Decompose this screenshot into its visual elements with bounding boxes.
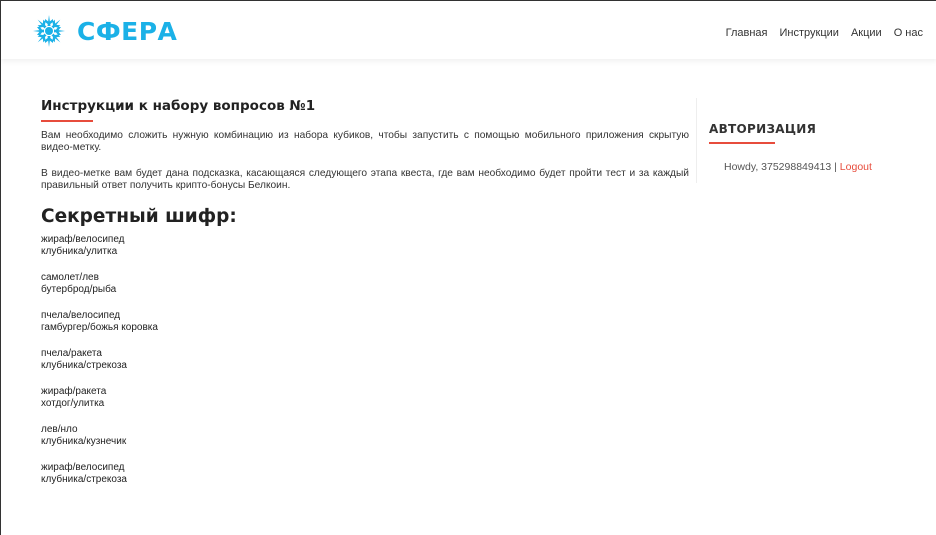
page-title: Инструкции к набору вопросов №1	[41, 98, 316, 114]
cipher-title: Секретный шифр:	[41, 206, 237, 227]
nav-item-about[interactable]: О нас	[894, 27, 923, 39]
sidebar-divider	[696, 98, 697, 183]
cipher-line: жираф/велосипед	[41, 462, 125, 473]
cipher-line: лев/нло	[41, 424, 78, 435]
cipher-pair: пчела/ракета клубника/стрекоза	[41, 348, 689, 371]
cipher-line: клубника/стрекоза	[41, 359, 127, 371]
cipher-line: жираф/велосипед	[41, 234, 125, 245]
nav-item-instructions[interactable]: Инструкции	[780, 27, 839, 39]
site-header: СФЕРА Главная Инструкции Акции О нас	[1, 1, 936, 59]
title-underline	[41, 120, 93, 122]
cipher-line: клубника/кузнечик	[41, 435, 127, 447]
greeting-text: Howdy, 375298849413 |	[724, 161, 840, 173]
main-content: Инструкции к набору вопросов №1 Вам необ…	[41, 98, 689, 500]
cipher-pair: самолет/лев бутерброд/рыба	[41, 272, 689, 295]
cipher-pair: лев/нло клубника/кузнечик	[41, 424, 689, 447]
user-greeting: Howdy, 375298849413 | Logout	[724, 161, 872, 173]
site-logo[interactable]: СФЕРА	[31, 13, 177, 49]
instruction-paragraph-2: В видео-метке вам будет дана подсказка, …	[41, 168, 689, 191]
main-nav: Главная Инструкции Акции О нас	[726, 27, 923, 39]
instruction-paragraph-1: Вам необходимо сложить нужную комбинацию…	[41, 130, 689, 153]
cipher-pair: жираф/велосипед клубника/улитка	[41, 234, 689, 257]
cipher-line: пчела/велосипед	[41, 310, 121, 321]
cipher-line: гамбургер/божья коровка	[41, 321, 158, 333]
logout-link[interactable]: Logout	[840, 161, 872, 173]
nav-item-home[interactable]: Главная	[726, 27, 768, 39]
cipher-line: клубника/стрекоза	[41, 473, 127, 485]
snowflake-icon	[33, 15, 65, 47]
cipher-line: бутерброд/рыба	[41, 283, 117, 295]
logo-text: СФЕРА	[77, 16, 178, 46]
cipher-line: жираф/ракета	[41, 386, 107, 397]
cipher-pair: жираф/велосипед клубника/стрекоза	[41, 462, 689, 485]
nav-item-promotions[interactable]: Акции	[851, 27, 882, 39]
cipher-line: самолет/лев	[41, 272, 99, 283]
cipher-line: хотдог/улитка	[41, 397, 105, 409]
sidebar-title-underline	[709, 142, 775, 144]
cipher-line: пчела/ракета	[41, 348, 102, 359]
cipher-line: клубника/улитка	[41, 245, 118, 257]
cipher-pair: жираф/ракета хотдог/улитка	[41, 386, 689, 409]
cipher-pair: пчела/велосипед гамбургер/божья коровка	[41, 310, 689, 333]
sidebar-title: АВТОРИЗАЦИЯ	[709, 122, 817, 136]
